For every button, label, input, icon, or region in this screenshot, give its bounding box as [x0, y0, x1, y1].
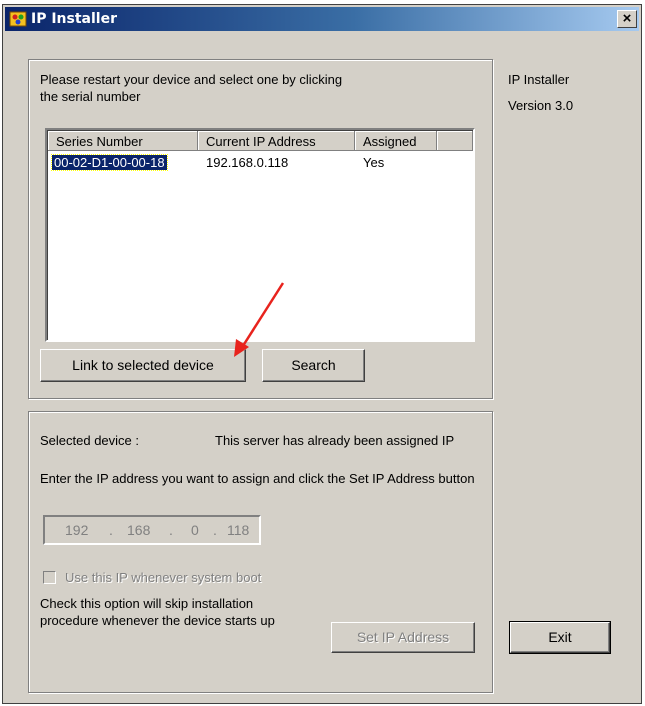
close-icon: ×	[622, 10, 632, 27]
device-list-instruction: Please restart your device and select on…	[40, 72, 343, 104]
ip-octet-3: 0	[191, 522, 199, 538]
ip-octet-2: 168	[127, 522, 151, 538]
ip-installer-window: IP Installer × Please restart your devic…	[2, 4, 642, 704]
use-ip-on-boot-checkbox[interactable]	[43, 571, 56, 584]
row-current-ip: 192.168.0.118	[206, 155, 289, 170]
ip-octet-4: 118	[227, 522, 250, 538]
search-button[interactable]: Search	[262, 349, 365, 382]
column-header-assigned[interactable]: Assigned	[355, 131, 437, 151]
selected-device-label: Selected device :	[40, 433, 140, 448]
ip-dot-3: .	[213, 522, 217, 538]
app-icon	[9, 11, 27, 27]
app-name-label: IP Installer	[508, 72, 570, 87]
exit-button[interactable]: Exit	[509, 621, 611, 654]
column-header-filler	[437, 131, 473, 151]
close-button[interactable]: ×	[617, 10, 637, 28]
row-assigned: Yes	[363, 155, 385, 170]
ip-address-field[interactable]: 192 . 168 . 0 . 118	[43, 515, 261, 545]
selected-device-status: This server has already been assigned IP	[215, 433, 455, 448]
row-serial-number[interactable]: 00-02-D1-00-00-18	[51, 154, 168, 171]
column-header-series-number[interactable]: Series Number	[48, 131, 198, 151]
app-version-label: Version 3.0	[508, 98, 574, 113]
skip-installation-hint: Check this option will skip installation…	[40, 596, 275, 628]
title-bar[interactable]: IP Installer ×	[5, 7, 639, 31]
column-header-current-ip[interactable]: Current IP Address	[198, 131, 355, 151]
ip-dot-1: .	[109, 522, 113, 538]
device-list-view[interactable]: Series Number Current IP Address Assigne…	[45, 128, 475, 342]
window-title: IP Installer	[31, 11, 117, 27]
ip-octet-1: 192	[65, 522, 89, 538]
link-to-selected-device-button[interactable]: Link to selected device	[40, 349, 246, 382]
assign-instruction: Enter the IP address you want to assign …	[40, 471, 475, 486]
set-ip-address-button[interactable]: Set IP Address	[331, 622, 475, 653]
ip-dot-2: .	[169, 522, 173, 538]
use-ip-on-boot-label[interactable]: Use this IP whenever system boot	[65, 570, 261, 585]
